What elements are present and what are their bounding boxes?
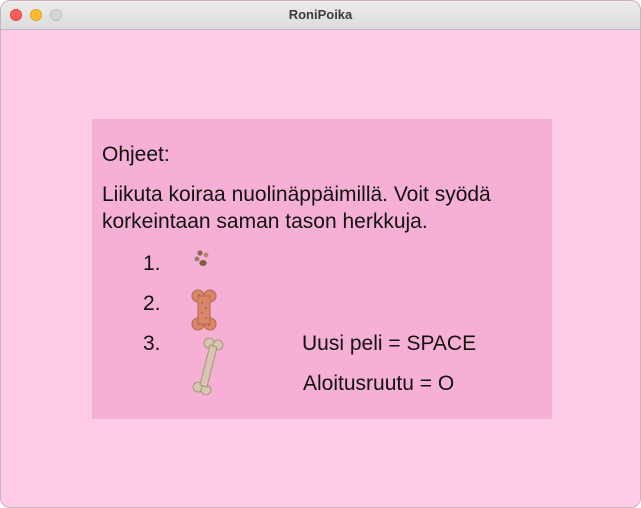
- level-2-number: 2.: [143, 292, 161, 315]
- window-title: RoniPoika: [288, 7, 353, 22]
- bone-icon: [192, 337, 224, 395]
- dog-biscuit-bone-icon: [191, 289, 217, 331]
- instructions-text: Liikuta koiraa nuolinäppäimillä. Voit sy…: [102, 183, 491, 233]
- app-window: RoniPoika Ohjeet: Liikuta koiraa nuolinä…: [0, 0, 641, 508]
- new-game-hint: Uusi peli = SPACE: [302, 332, 477, 355]
- paw-treat-icon: [194, 250, 209, 266]
- instructions-heading: Ohjeet:: [102, 143, 170, 166]
- level-3-number: 3.: [143, 332, 161, 355]
- start-square-hint: Aloitusruutu = O: [303, 372, 455, 395]
- level-1-number: 1.: [143, 252, 161, 275]
- title-bar[interactable]: RoniPoika: [1, 1, 640, 30]
- instructions-panel: Ohjeet: Liikuta koiraa nuolinäppäimillä.…: [92, 119, 552, 419]
